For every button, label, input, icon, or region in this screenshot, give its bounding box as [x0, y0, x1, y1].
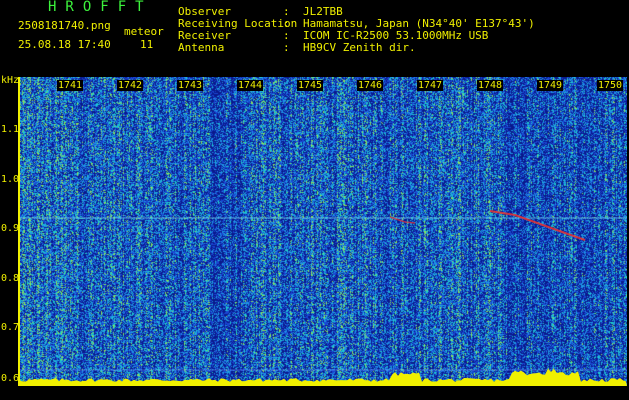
meteor-echo-trace [489, 210, 586, 241]
y-tick-1-1: 1.1 [1, 124, 20, 135]
yellow-baseline [20, 368, 627, 386]
antenna-value: HB9CV Zenith dir. [303, 41, 416, 54]
antenna-label: Antenna [178, 41, 225, 54]
x-tick-1743: 1743 [177, 80, 204, 91]
y-tick-1-0: 1.0 [1, 174, 20, 185]
x-tick-1750: 1750 [597, 80, 624, 91]
meteor-label: meteor [124, 25, 164, 38]
x-tick-1749: 1749 [537, 80, 564, 91]
x-tick-1748: 1748 [477, 80, 504, 91]
x-tick-1741: 1741 [57, 80, 84, 91]
x-tick-1747: 1747 [417, 80, 444, 91]
y-tick-0-7: 0.7 [1, 322, 20, 333]
x-tick-1745: 1745 [297, 80, 324, 91]
spectrogram [20, 77, 627, 386]
x-tick-1744: 1744 [237, 80, 264, 91]
x-tick-1742: 1742 [117, 80, 144, 91]
y-axis-unit: kHz [1, 75, 20, 86]
app-logo: HROFFT [48, 0, 153, 15]
y-tick-0-9: 0.9 [1, 223, 20, 234]
y-tick-0-6: 0.6 [1, 373, 20, 384]
datetime-label: 25.08.18 17:40 [18, 38, 111, 51]
y-tick-0-8: 0.8 [1, 273, 20, 284]
meteor-count: 11 [140, 38, 154, 51]
spectrogram-overlay [20, 210, 627, 386]
filename-label: 2508181740.png [18, 19, 111, 32]
x-tick-1746: 1746 [357, 80, 384, 91]
antenna-separator: : [283, 41, 290, 54]
